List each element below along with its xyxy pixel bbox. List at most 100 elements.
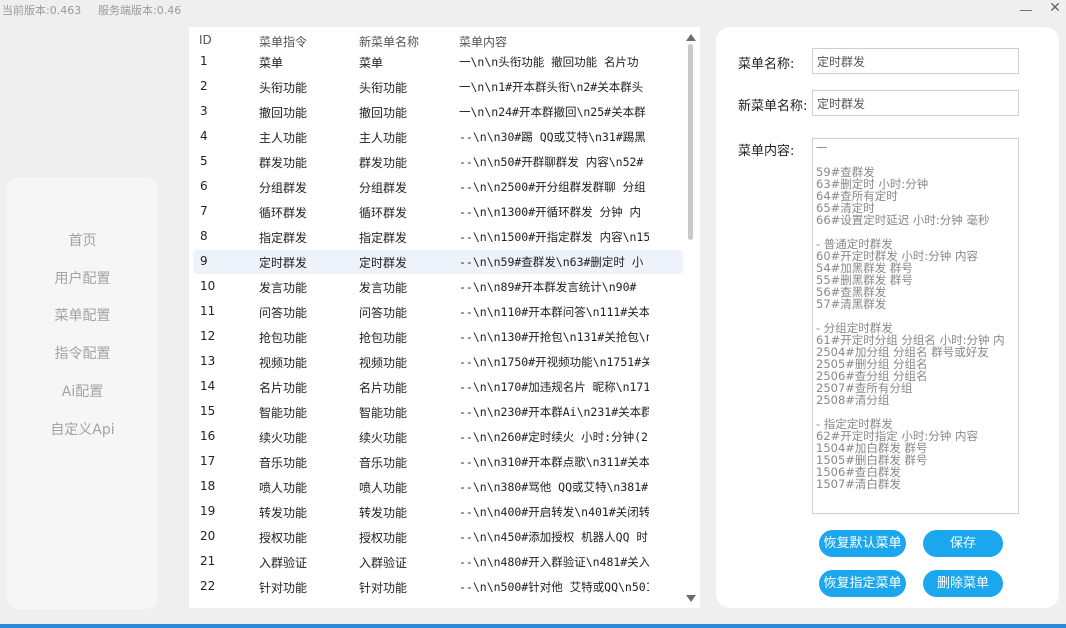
row-id-cell: 8 xyxy=(200,229,208,243)
table-row[interactable]: 12 抢包功能 抢包功能 --\n\n130#开抢包\n131#关抢包\n xyxy=(193,325,683,349)
row-command-cell: 头衔功能 xyxy=(259,81,308,95)
delete-menu-button[interactable]: 删除菜单 xyxy=(923,570,1003,597)
table-row[interactable]: 10 发言功能 发言功能 --\n\n89#开本群发言统计\n90# xyxy=(193,275,683,299)
minimize-icon[interactable]: — xyxy=(1017,3,1035,18)
column-header-menu-command[interactable]: 菜单指令 xyxy=(259,33,354,50)
row-command-cell: 智能功能 xyxy=(259,406,308,420)
row-new-name-cell: 续火功能 xyxy=(359,431,408,445)
table-row[interactable]: 13 视频功能 视频功能 --\n\n1750#开视频功能\n1751#关 xyxy=(193,350,683,374)
row-command-cell: 循环群发 xyxy=(259,206,308,220)
row-id-cell: 11 xyxy=(200,304,216,318)
menu-editor: 菜单名称: 新菜单名称: 菜单内容: 一 59#查群发 63#删定时 小时:分钟… xyxy=(716,27,1059,608)
table-row[interactable]: 21 入群验证 入群验证 --\n\n480#开入群验证\n481#关入 xyxy=(193,550,683,574)
server-version: 服务端版本:0.46 xyxy=(98,4,182,17)
row-new-name-cell: 发言功能 xyxy=(359,281,408,295)
row-new-name-cell: 智能功能 xyxy=(359,406,408,420)
row-id-cell: 18 xyxy=(200,479,216,493)
row-content-cell: --\n\n500#针对他 艾特或QQ\n501 xyxy=(459,580,649,594)
row-command-cell: 抢包功能 xyxy=(259,331,308,345)
row-content-cell: --\n\n89#开本群发言统计\n90# xyxy=(459,280,637,294)
row-command-cell: 撤回功能 xyxy=(259,106,308,120)
table-row[interactable]: 8 指定群发 指定群发 --\n\n1500#开指定群发 内容\n15 xyxy=(193,225,683,249)
row-content-cell: --\n\n1750#开视频功能\n1751#关 xyxy=(459,355,649,369)
row-content-cell: --\n\n1300#开循环群发 分钟 内 xyxy=(459,205,642,219)
row-id-cell: 14 xyxy=(200,379,216,393)
new-menu-name-field[interactable] xyxy=(812,90,1019,116)
table-row[interactable]: 2 头衔功能 头衔功能 一\n\n1#开本群头衔\n2#关本群头 xyxy=(193,75,683,99)
row-content-cell: 一\n\n24#开本群撤回\n25#关本群 xyxy=(459,105,646,119)
scroll-up-icon[interactable] xyxy=(686,34,696,41)
column-header-content[interactable]: 菜单内容 xyxy=(459,33,649,50)
menu-table: ID 菜单指令 新菜单名称 菜单内容 1 菜单 菜单 一\n\n头衔功能 撤回功能 名… xyxy=(189,27,700,608)
row-command-cell: 转发功能 xyxy=(259,506,308,520)
menu-content-label: 菜单内容: xyxy=(738,144,795,159)
nav-item-command-config[interactable]: 指令配置 xyxy=(7,343,158,363)
scroll-down-icon[interactable] xyxy=(686,595,696,602)
scrollbar[interactable] xyxy=(683,27,700,608)
new-menu-name-label: 新菜单名称: xyxy=(738,99,808,114)
row-id-cell: 10 xyxy=(200,279,216,293)
row-command-cell: 菜单 xyxy=(259,56,284,70)
row-new-name-cell: 循环群发 xyxy=(359,206,408,220)
row-new-name-cell: 入群验证 xyxy=(359,556,408,570)
row-content-cell: --\n\n1500#开指定群发 内容\n15 xyxy=(459,230,649,244)
row-new-name-cell: 指定群发 xyxy=(359,231,408,245)
restore-default-menu-button[interactable]: 恢复默认菜单 xyxy=(819,530,906,557)
row-new-name-cell: 视频功能 xyxy=(359,356,408,370)
scroll-thumb[interactable] xyxy=(688,44,693,240)
nav-item-menu-config[interactable]: 菜单配置 xyxy=(7,305,158,325)
menu-name-label: 菜单名称: xyxy=(738,57,795,72)
row-id-cell: 13 xyxy=(200,354,216,368)
close-icon[interactable]: ✕ xyxy=(1046,0,1064,16)
row-id-cell: 12 xyxy=(200,329,216,343)
row-new-name-cell: 抢包功能 xyxy=(359,331,408,345)
row-new-name-cell: 喷人功能 xyxy=(359,481,408,495)
table-row[interactable]: 19 转发功能 转发功能 --\n\n400#开启转发\n401#关闭转 xyxy=(193,500,683,524)
row-command-cell: 视频功能 xyxy=(259,356,308,370)
nav-item-user-config[interactable]: 用户配置 xyxy=(7,268,158,288)
table-row[interactable]: 4 主人功能 主人功能 --\n\n30#踢 QQ或艾特\n31#踢黑 xyxy=(193,125,683,149)
table-row[interactable]: 3 撤回功能 撤回功能 一\n\n24#开本群撤回\n25#关本群 xyxy=(193,100,683,124)
row-command-cell: 主人功能 xyxy=(259,131,308,145)
table-row[interactable]: 1 菜单 菜单 一\n\n头衔功能 撤回功能 名片功 xyxy=(193,50,683,74)
restore-specified-menu-button[interactable]: 恢复指定菜单 xyxy=(819,570,906,597)
row-id-cell: 17 xyxy=(200,454,216,468)
table-row[interactable]: 5 群发功能 群发功能 --\n\n50#开群聊群发 内容\n52# xyxy=(193,150,683,174)
nav-item-custom-api[interactable]: 自定义Api xyxy=(7,419,158,439)
table-row[interactable]: 20 授权功能 授权功能 --\n\n450#添加授权 机器人QQ 时 xyxy=(193,525,683,549)
table-row[interactable]: 15 智能功能 智能功能 --\n\n230#开本群Ai\n231#关本群 xyxy=(193,400,683,424)
table-row[interactable]: 14 名片功能 名片功能 --\n\n170#加违规名片 昵称\n171 xyxy=(193,375,683,399)
table-row[interactable]: 16 续火功能 续火功能 --\n\n260#定时续火 小时:分钟(2 xyxy=(193,425,683,449)
menu-content-textarea[interactable]: 一 59#查群发 63#删定时 小时:分钟 64#查所有定时 65#清定时 66… xyxy=(812,138,1019,514)
table-row[interactable]: 7 循环群发 循环群发 --\n\n1300#开循环群发 分钟 内 xyxy=(193,200,683,224)
nav-item-ai-config[interactable]: Ai配置 xyxy=(7,381,158,401)
row-content-cell: --\n\n230#开本群Ai\n231#关本群 xyxy=(459,405,649,419)
table-row[interactable]: 18 喷人功能 喷人功能 --\n\n380#骂他 QQ或艾特\n381# xyxy=(193,475,683,499)
table-row[interactable]: 17 音乐功能 音乐功能 --\n\n310#开本群点歌\n311#关本 xyxy=(193,450,683,474)
menu-content-text: 一 59#查群发 63#删定时 小时:分钟 64#查所有定时 65#清定时 66… xyxy=(816,141,1005,491)
table-body: 1 菜单 菜单 一\n\n头衔功能 撤回功能 名片功 2 头衔功能 头衔功能 一\n\n1#开… xyxy=(189,50,683,608)
row-new-name-cell: 授权功能 xyxy=(359,531,408,545)
row-content-cell: --\n\n50#开群聊群发 内容\n52# xyxy=(459,155,644,169)
row-content-cell: --\n\n380#骂他 QQ或艾特\n381# xyxy=(459,480,649,494)
row-command-cell: 定时群发 xyxy=(259,256,308,270)
table-row[interactable]: 22 针对功能 针对功能 --\n\n500#针对他 艾特或QQ\n501 xyxy=(193,575,683,599)
row-command-cell: 入群验证 xyxy=(259,556,308,570)
table-row[interactable]: 6 分组群发 分组群发 --\n\n2500#开分组群发群聊 分组 xyxy=(193,175,683,199)
row-id-cell: 20 xyxy=(200,529,216,543)
row-content-cell: --\n\n59#查群发\n63#删定时 小 xyxy=(459,255,644,269)
row-new-name-cell: 问答功能 xyxy=(359,306,408,320)
table-row[interactable]: 9 定时群发 定时群发 --\n\n59#查群发\n63#删定时 小 xyxy=(193,250,683,274)
row-id-cell: 16 xyxy=(200,429,216,443)
save-button[interactable]: 保存 xyxy=(923,530,1003,557)
row-command-cell: 音乐功能 xyxy=(259,456,308,470)
table-row[interactable]: 11 问答功能 问答功能 --\n\n110#开本群问答\n111#关本 xyxy=(193,300,683,324)
row-new-name-cell: 分组群发 xyxy=(359,181,408,195)
nav-item-home[interactable]: 首页 xyxy=(7,230,158,250)
column-header-new-name[interactable]: 新菜单名称 xyxy=(359,33,454,50)
menu-name-field[interactable] xyxy=(812,48,1019,74)
row-content-cell: --\n\n30#踢 QQ或艾特\n31#踢黑 xyxy=(459,130,646,144)
row-command-cell: 授权功能 xyxy=(259,531,308,545)
column-header-id[interactable]: ID xyxy=(199,33,249,47)
row-command-cell: 群发功能 xyxy=(259,156,308,170)
